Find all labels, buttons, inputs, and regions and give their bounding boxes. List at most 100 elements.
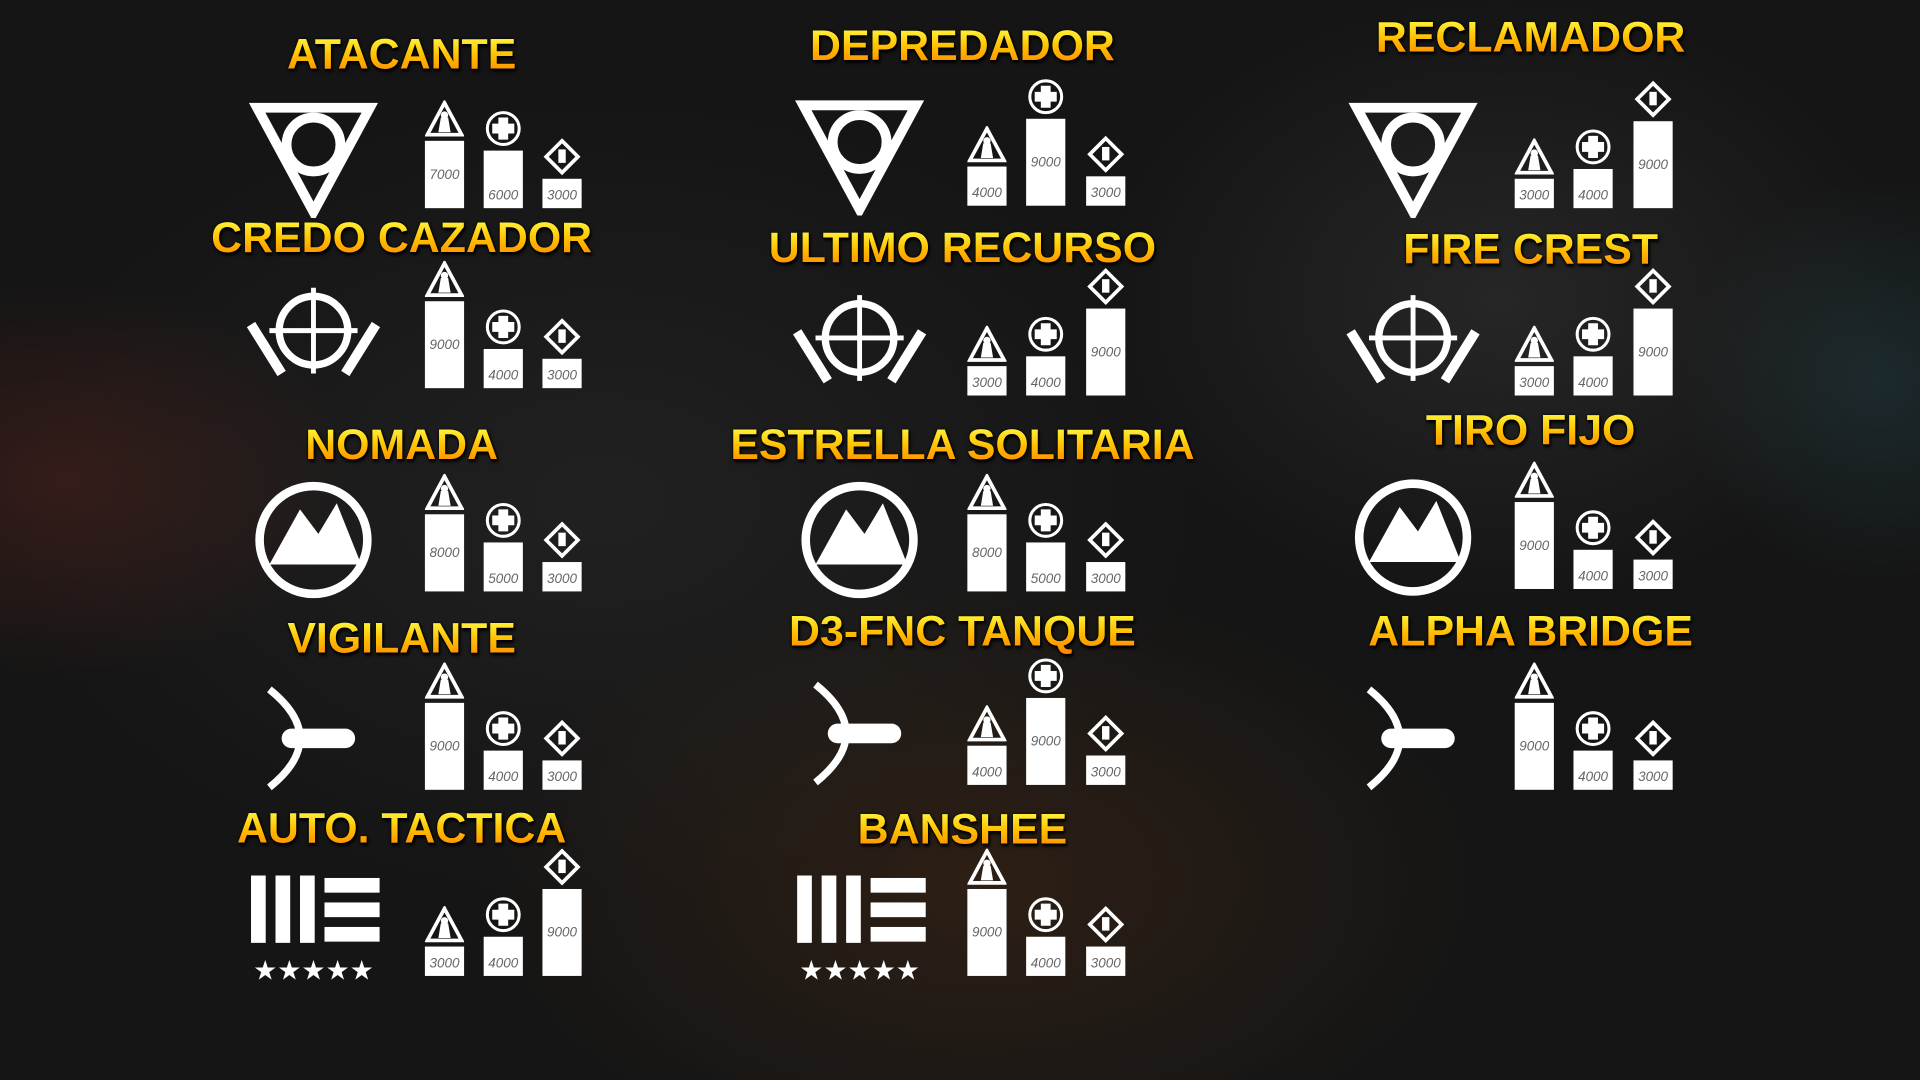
specialization-title: ESTRELLA SOLITARIA bbox=[730, 421, 1195, 469]
specialization-title: BANSHEE bbox=[857, 805, 1068, 854]
health-bar: 4000 bbox=[483, 936, 523, 976]
health-cross-icon bbox=[484, 896, 523, 933]
health-value: 4000 bbox=[1578, 188, 1609, 204]
attack-value: 3000 bbox=[429, 956, 460, 972]
armor-diamond-icon bbox=[1633, 519, 1672, 557]
armor-value: 3000 bbox=[1638, 770, 1669, 785]
armor-value: 3000 bbox=[547, 770, 578, 785]
armor-bar: 3000 bbox=[1633, 760, 1673, 790]
health-bar: 4000 bbox=[1573, 549, 1613, 589]
health-cross-icon bbox=[484, 309, 523, 346]
armor-bar: 3000 bbox=[542, 358, 582, 389]
health-value: 4000 bbox=[488, 956, 519, 972]
armor-value: 3000 bbox=[1090, 956, 1121, 972]
health-value: 4000 bbox=[488, 770, 519, 785]
attack-triangle-icon bbox=[424, 661, 465, 699]
star-t-emblem-icon bbox=[791, 479, 928, 601]
specialization-title: CREDO CAZADOR bbox=[211, 214, 593, 263]
health-cross-icon bbox=[484, 710, 523, 747]
armor-diamond-icon bbox=[542, 318, 581, 356]
specialization-title: AUTO. TACTICA bbox=[236, 804, 567, 853]
armor-diamond-icon bbox=[542, 719, 581, 757]
armor-diamond-icon bbox=[1086, 135, 1125, 173]
specialization-title: RECLAMADOR bbox=[1375, 13, 1686, 62]
bow-bullet-emblem-icon bbox=[245, 677, 382, 799]
armor-bar: 9000 bbox=[542, 888, 582, 976]
crosshair-wings-emblem-icon bbox=[245, 276, 382, 398]
revolver-cylinder-emblem-icon bbox=[245, 96, 382, 223]
armor-diamond-icon bbox=[1086, 521, 1125, 559]
health-cross-icon bbox=[1026, 896, 1065, 933]
armor-diamond-icon bbox=[1633, 268, 1672, 306]
specializations-infographic: ATACANTE 7000 6000 3000 CREDO CAZADOR 9000 400… bbox=[0, 0, 1920, 1080]
armor-value: 3000 bbox=[1090, 765, 1121, 781]
specialization-title: ALPHA BRIDGE bbox=[1368, 607, 1693, 656]
armor-bar: 3000 bbox=[1086, 755, 1126, 785]
health-bar: 9000 bbox=[1026, 118, 1066, 206]
armor-diamond-icon bbox=[1633, 80, 1672, 118]
stripes-stars-emblem-icon: ★★★★★ bbox=[245, 863, 382, 986]
attack-triangle-icon bbox=[966, 324, 1008, 363]
health-bar: 5000 bbox=[1026, 542, 1066, 592]
svg-text:★★★★★: ★★★★★ bbox=[799, 956, 920, 986]
health-bar: 4000 bbox=[1026, 356, 1066, 396]
attack-triangle-icon bbox=[1514, 460, 1555, 499]
health-cross-icon bbox=[484, 110, 523, 147]
specialization-title: VIGILANTE bbox=[287, 614, 516, 663]
attack-triangle-icon bbox=[1514, 324, 1555, 363]
health-bar: 5000 bbox=[483, 542, 523, 592]
armor-value: 3000 bbox=[547, 368, 578, 384]
specialization-title: TIRO FIJO bbox=[1425, 406, 1636, 455]
armor-bar: 3000 bbox=[1086, 562, 1126, 592]
attack-value: 9000 bbox=[1519, 538, 1550, 553]
armor-value: 9000 bbox=[1638, 157, 1669, 173]
attack-value: 8000 bbox=[971, 545, 1002, 561]
attack-value: 9000 bbox=[429, 738, 460, 754]
armor-value: 3000 bbox=[1090, 571, 1121, 587]
reclaimer-d-emblem-icon bbox=[1345, 96, 1482, 223]
attack-value: 8000 bbox=[429, 545, 460, 561]
health-value: 5000 bbox=[1030, 571, 1061, 587]
attack-value: 3000 bbox=[971, 375, 1002, 391]
health-bar: 6000 bbox=[483, 150, 523, 209]
attack-value: 3000 bbox=[1519, 188, 1550, 204]
armor-diamond-icon bbox=[542, 521, 581, 559]
health-value: 4000 bbox=[1578, 569, 1609, 585]
health-value: 9000 bbox=[1030, 734, 1061, 749]
attack-bar: 3000 bbox=[967, 366, 1007, 396]
health-value: 4000 bbox=[488, 368, 519, 384]
mountain-emblem-icon bbox=[245, 479, 382, 601]
tiger-emblem-icon bbox=[791, 93, 928, 220]
svg-text:★★★★★: ★★★★★ bbox=[253, 956, 374, 986]
attack-bar: 4000 bbox=[967, 745, 1007, 785]
attack-triangle-icon bbox=[966, 472, 1008, 511]
armor-bar: 3000 bbox=[542, 562, 582, 592]
armor-diamond-icon bbox=[1086, 714, 1125, 752]
jet-emblem-icon: ★★★★★ bbox=[791, 863, 928, 986]
armor-value: 3000 bbox=[547, 571, 578, 587]
health-value: 4000 bbox=[1578, 375, 1609, 391]
attack-bar: 3000 bbox=[1514, 178, 1554, 209]
flame-crest-emblem-icon bbox=[1345, 283, 1482, 405]
attack-value: 4000 bbox=[971, 765, 1002, 781]
health-value: 9000 bbox=[1030, 154, 1061, 170]
armor-diamond-icon bbox=[542, 138, 581, 176]
armor-value: 9000 bbox=[1638, 344, 1669, 360]
attack-bar: 9000 bbox=[424, 301, 465, 389]
health-bar: 4000 bbox=[1573, 168, 1613, 209]
specialization-title: NOMADA bbox=[305, 421, 499, 469]
sword-shield-emblem-icon bbox=[791, 672, 928, 794]
attack-triangle-icon bbox=[1514, 661, 1555, 699]
health-bar: 4000 bbox=[1573, 356, 1613, 396]
health-value: 4000 bbox=[1578, 770, 1609, 785]
health-value: 4000 bbox=[1030, 956, 1061, 972]
attack-bar: 4000 bbox=[967, 166, 1007, 206]
attack-bar: 3000 bbox=[1514, 366, 1554, 396]
health-cross-icon bbox=[1573, 509, 1612, 546]
attack-value: 7000 bbox=[429, 167, 460, 182]
attack-value: 9000 bbox=[971, 925, 1002, 940]
armor-diamond-icon bbox=[1633, 719, 1672, 757]
armor-diamond-icon bbox=[1086, 905, 1125, 944]
attack-triangle-icon bbox=[424, 472, 465, 511]
specialization-title: ATACANTE bbox=[286, 30, 517, 79]
